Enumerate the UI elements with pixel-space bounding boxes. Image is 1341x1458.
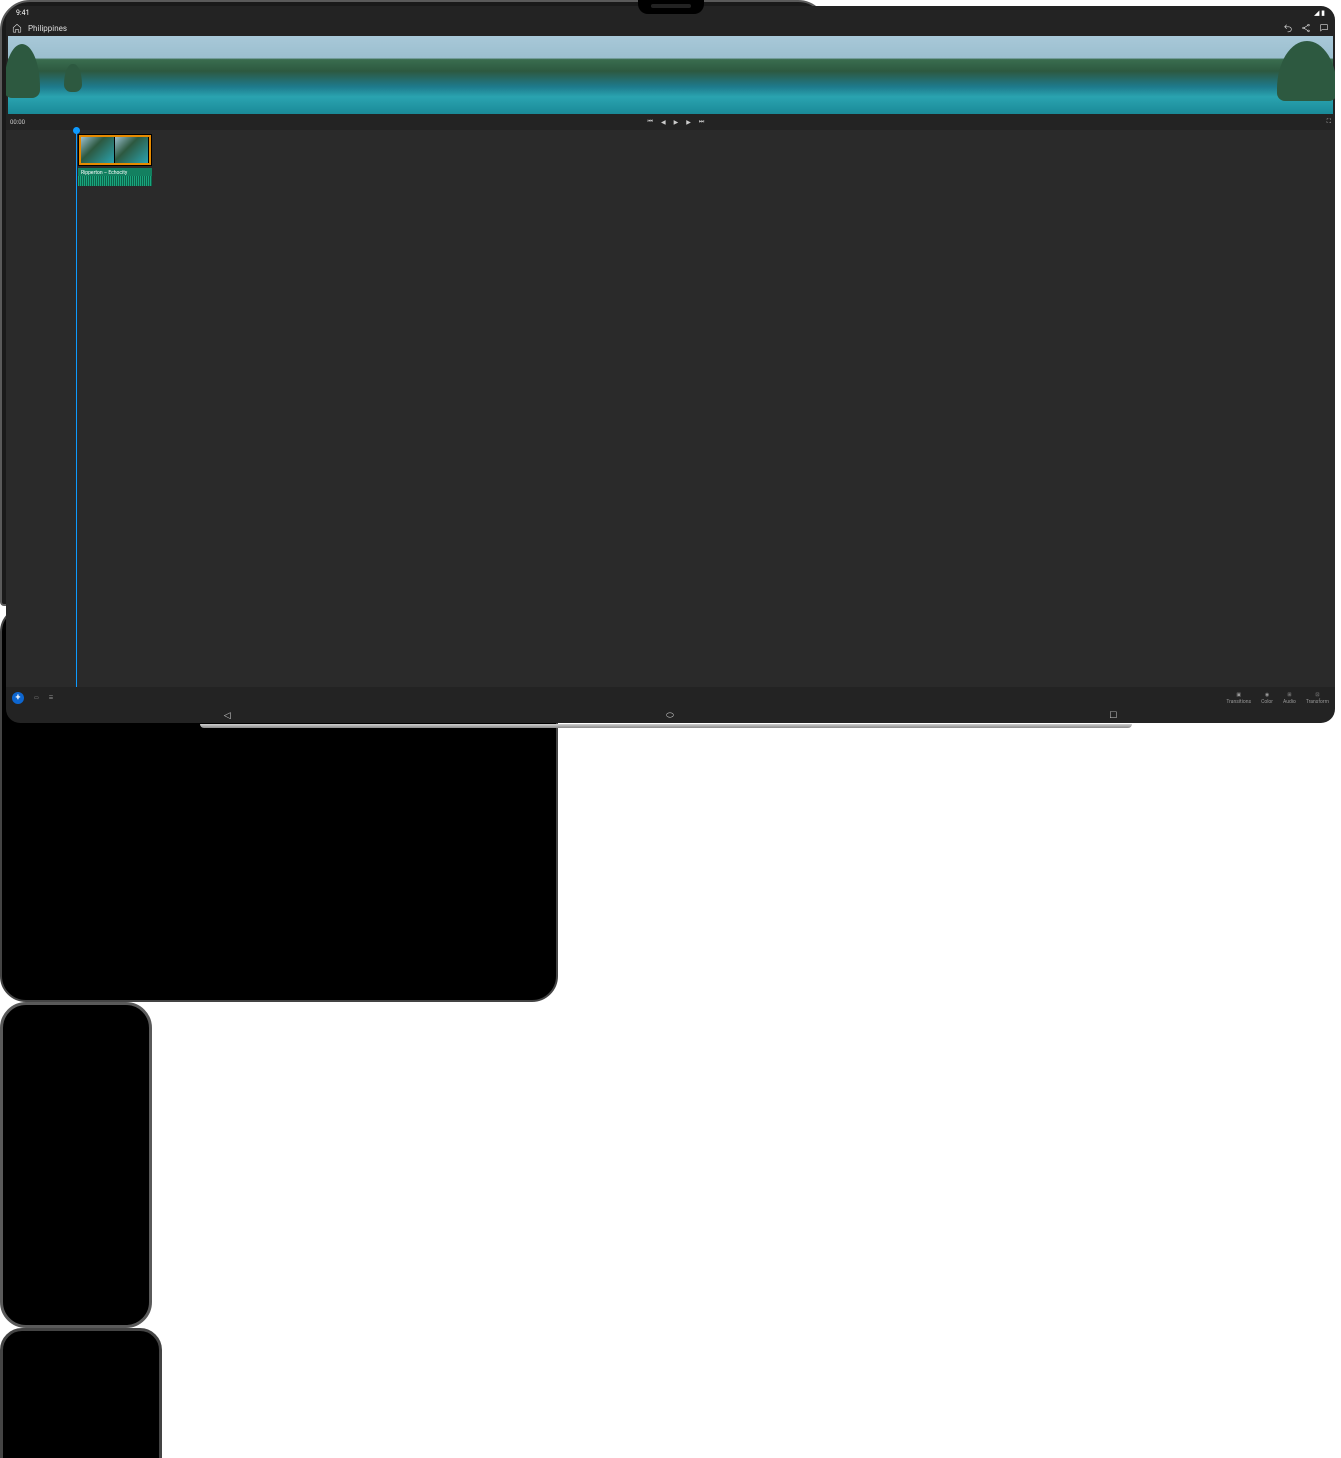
android-device: 9:41 ◢ ▮ Philippines 00:00 ⏮ [0,1328,162,1458]
iphone-device: 9:41 📶 🔋 Philippines 00:00 00 [0,1002,152,1328]
laptop-base [200,724,1132,728]
